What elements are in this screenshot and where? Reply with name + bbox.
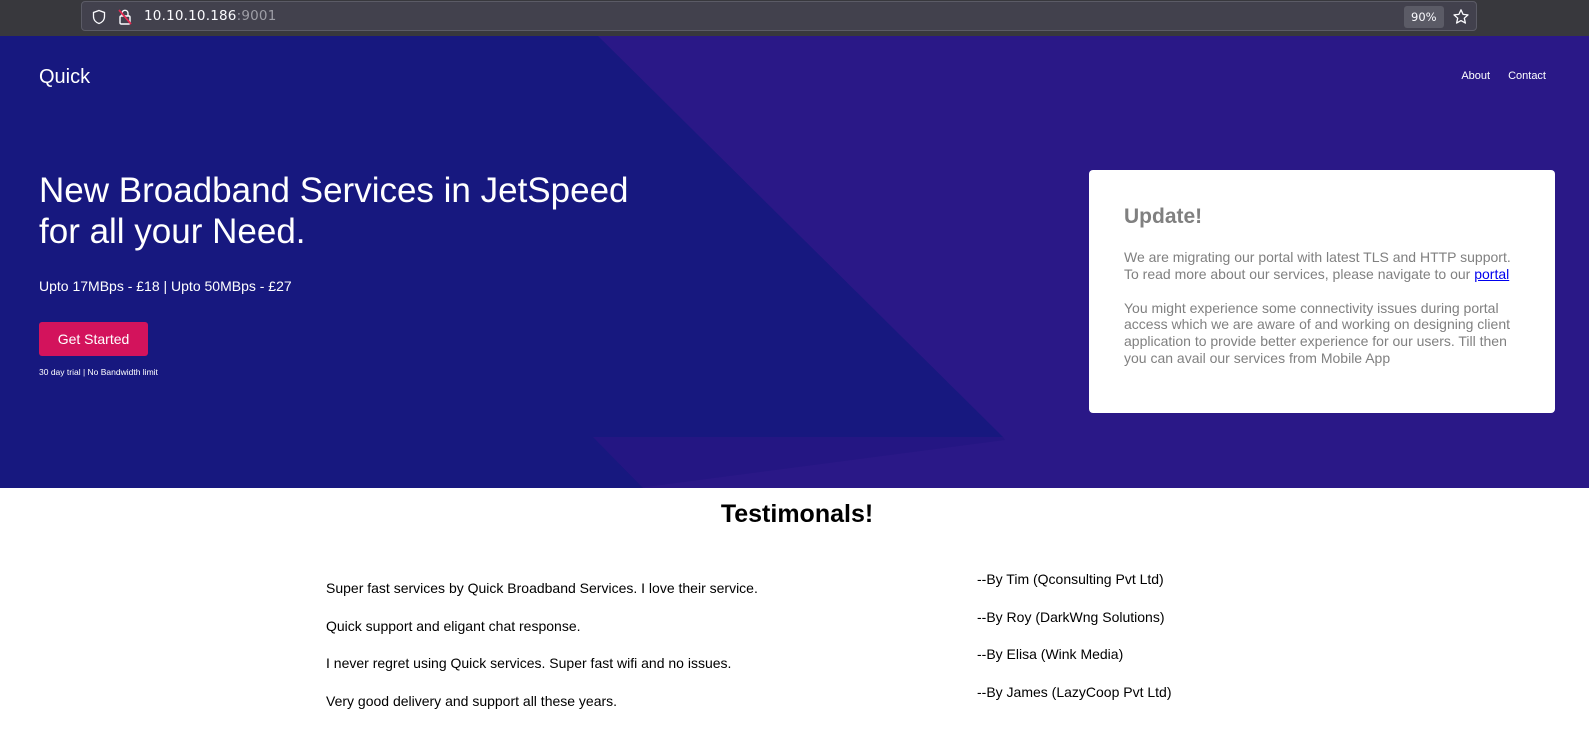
portal-link[interactable]: portal [1474, 266, 1509, 282]
hero-headline-line1: New Broadband Services in JetSpeed [39, 171, 629, 210]
testimonial-author: --By James (LazyCoop Pvt Ltd) [977, 683, 1172, 700]
testimonial-quote: Very good delivery and support all these… [326, 692, 618, 709]
trial-note: 30 day trial | No Bandwidth limit [39, 367, 158, 377]
zoom-indicator[interactable]: 90% [1404, 6, 1444, 28]
hero-headline-line2: for all your Need. [39, 212, 306, 251]
url-host: 10.10.10.186 [144, 8, 237, 24]
testimonials-authors: --By Tim (Qconsulting Pvt Ltd) --By Roy … [977, 571, 1172, 721]
lock-icon[interactable] [117, 8, 133, 26]
testimonial-author: --By Elisa (Wink Media) [977, 646, 1124, 662]
nav-contact[interactable]: Contact [1508, 70, 1546, 82]
testimonial-quote: Super fast services by Quick Broadband S… [326, 580, 758, 596]
update-card-title: Update! [1124, 205, 1203, 228]
address-bar[interactable]: 10.10.10.186:9001 90% [81, 1, 1477, 31]
pricing-text: Upto 17MBps - £18 | Upto 50MBps - £27 [39, 278, 292, 294]
testimonial-quote: Quick support and eligant chat response. [326, 617, 581, 634]
testimonial-author: --By Roy (DarkWng Solutions) [977, 608, 1165, 625]
testimonials-quotes: Super fast services by Quick Broadband S… [326, 580, 758, 730]
testimonial-author: --By Tim (Qconsulting Pvt Ltd) [977, 571, 1164, 587]
hero-headline: New Broadband Services in JetSpeed for a… [39, 170, 699, 252]
browser-toolbar: 10.10.10.186:9001 90% [0, 0, 1589, 36]
brand-logo[interactable]: Quick [39, 66, 90, 89]
update-card: Update! We are migrating our portal with… [1089, 170, 1555, 413]
testimonial-quote: I never regret using Quick services. Sup… [326, 655, 732, 671]
testimonials-title: Testimonals! [720, 500, 874, 528]
hero-section: Quick About Contact New Broadband Servic… [0, 36, 1589, 488]
shield-icon[interactable] [91, 9, 107, 25]
update-card-para1: We are migrating our portal with latest … [1124, 249, 1519, 283]
url-text: 10.10.10.186:9001 [144, 8, 276, 24]
get-started-button[interactable]: Get Started [39, 322, 148, 356]
update-card-para2: You might experience some connectivity i… [1124, 299, 1510, 366]
update-card-para1-text: We are migrating our portal with latest … [1124, 249, 1511, 282]
url-port: :9001 [236, 8, 277, 24]
nav-about[interactable]: About [1461, 70, 1490, 82]
star-icon[interactable] [1452, 8, 1470, 26]
main-nav: About Contact [1461, 70, 1546, 82]
